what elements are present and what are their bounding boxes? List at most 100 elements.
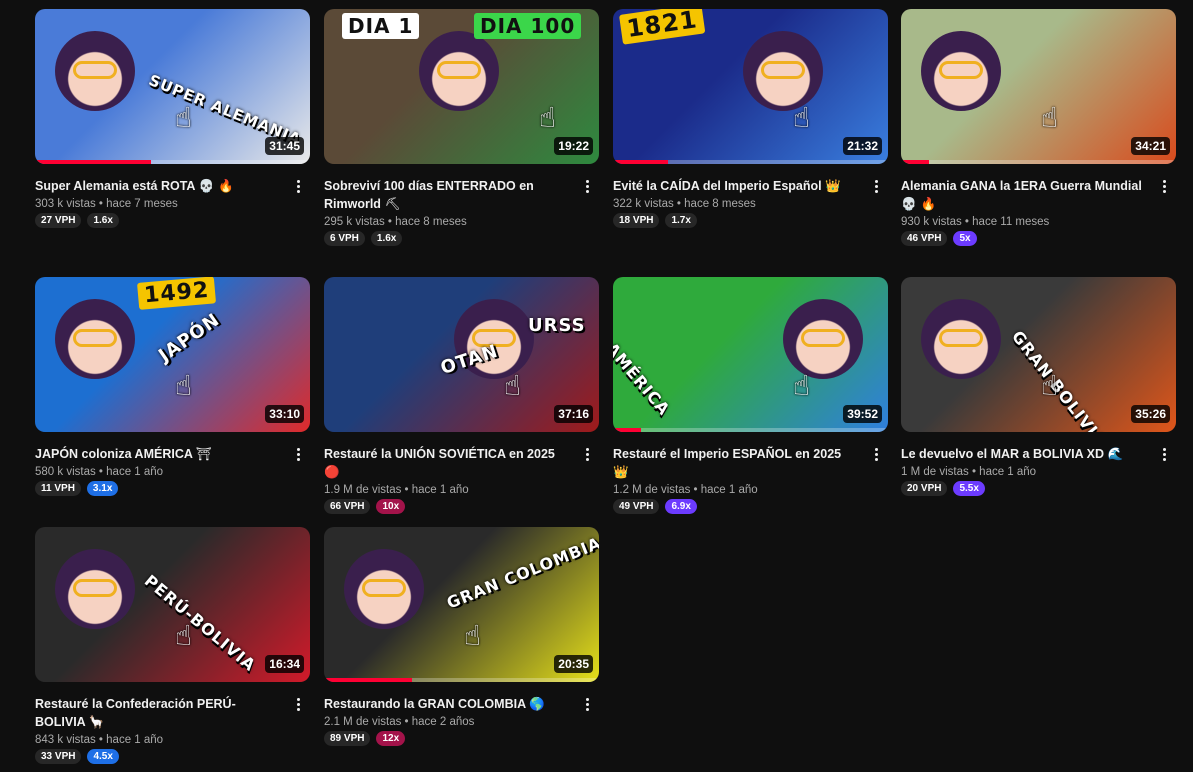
video-title-text: Super Alemania está ROTA [35, 179, 195, 193]
view-count: 1.9 M de vistas [324, 484, 402, 496]
title-emoji: 🌊 [1107, 446, 1124, 461]
vph-badge: 20 VPH [901, 481, 948, 496]
watch-progress-track [901, 160, 1176, 164]
glasses-art [73, 329, 117, 347]
video-title-text: Restauré el Imperio ESPAÑOL en 2025 [613, 447, 842, 461]
more-actions-icon[interactable] [1156, 177, 1172, 195]
video-stats: 843 k vistas • hace 1 año [35, 734, 164, 746]
more-actions-icon[interactable] [579, 695, 595, 713]
outlier-ratio-badge: 12x [376, 731, 406, 746]
vph-badge: 33 VPH [35, 749, 82, 764]
video-card[interactable]: 1492 JAPÓN ☝ 33:10 JAPÓN coloniza AMÉRICA ⛩ 5… [35, 277, 310, 496]
title-emoji: ⛩ [195, 446, 212, 461]
video-stats: 580 k vistas • hace 1 año [35, 466, 164, 478]
outlier-ratio-badge: 3.1x [86, 481, 119, 496]
more-actions-icon[interactable] [290, 695, 306, 713]
video-title[interactable]: Restauré el Imperio ESPAÑOL en 2025 👑 [613, 445, 860, 481]
pointer-hand-icon: ☝ [1041, 101, 1059, 134]
video-thumbnail[interactable]: PERÚ-BOLIVIA ☝ 16:34 [35, 527, 310, 682]
outlier-ratio-badge: 4.5x [87, 749, 119, 764]
video-thumbnail[interactable]: GRAN COLOMBIA ☝ 20:35 [324, 527, 599, 682]
video-title-text: JAPÓN coloniza AMÉRICA [35, 447, 193, 461]
glasses-art [73, 579, 117, 597]
more-actions-icon[interactable] [579, 177, 595, 195]
video-card[interactable]: PERÚ-BOLIVIA ☝ 16:34 Restauré la Confederac… [35, 527, 310, 764]
video-thumbnail[interactable]: GRAN BOLIVIA ☝ 35:26 [901, 277, 1176, 432]
video-title[interactable]: Le devuelvo el MAR a BOLIVIA XD 🌊 [901, 445, 1148, 463]
video-title[interactable]: Super Alemania está ROTA 💀 🔥 [35, 177, 282, 195]
video-stats: 930 k vistas • hace 11 meses [901, 216, 1050, 228]
more-actions-icon[interactable] [868, 177, 884, 195]
video-card[interactable]: GRAN BOLIVIA ☝ 35:26 Le devuelvo el MAR a B… [901, 277, 1176, 496]
video-stats: 1.9 M de vistas • hace 1 año [324, 484, 469, 496]
vph-badge: 66 VPH [324, 499, 371, 514]
watch-progress-track [613, 428, 888, 432]
vph-badge: 11 VPH [35, 481, 81, 496]
view-count: 2.1 M de vistas [324, 716, 402, 728]
glasses-art [939, 61, 983, 79]
video-stats: 2.1 M de vistas • hace 2 años [324, 716, 475, 728]
video-title-text: Sobreviví 100 días ENTERRADO en Rimworld [324, 179, 534, 211]
stats-badges: 20 VPH 5.5x [901, 481, 1148, 496]
glasses-art [73, 61, 117, 79]
watch-progress-bar [35, 160, 151, 164]
more-actions-icon[interactable] [579, 445, 595, 463]
video-stats: 303 k vistas • hace 7 meses [35, 198, 178, 210]
view-count: 322 k vistas [613, 198, 674, 210]
video-card[interactable]: 1821 ☝ 21:32 Evité la CAÍDA del Imperio Esp… [613, 9, 888, 228]
glasses-art [761, 61, 805, 79]
view-count: 295 k vistas [324, 216, 385, 228]
glasses-art [362, 579, 406, 597]
upload-age: hace 1 año [700, 484, 758, 496]
glasses-art [437, 61, 481, 79]
video-title[interactable]: Restaurando la GRAN COLOMBIA 🌎 [324, 695, 571, 713]
more-actions-icon[interactable] [868, 445, 884, 463]
video-stats: 1.2 M de vistas • hace 1 año [613, 484, 758, 496]
pointer-hand-icon: ☝ [175, 619, 193, 652]
outlier-ratio-badge: 5.5x [953, 481, 985, 496]
upload-age: hace 1 año [411, 484, 469, 496]
title-emoji: 🌎 [529, 696, 545, 711]
video-thumbnail[interactable]: ☝ 34:21 [901, 9, 1176, 164]
video-thumbnail[interactable]: 1821 ☝ 21:32 [613, 9, 888, 164]
video-title[interactable]: Evité la CAÍDA del Imperio Español 👑 [613, 177, 860, 195]
video-duration: 33:10 [265, 405, 304, 423]
vph-badge: 27 VPH [35, 213, 82, 228]
video-details: Sobreviví 100 días ENTERRADO en Rimworld… [324, 177, 599, 246]
view-count: 580 k vistas [35, 466, 96, 478]
video-card[interactable]: DIA 1 DIA 100 ☝ 19:22 Sobreviví 100 días ENT… [324, 9, 599, 246]
outlier-ratio-badge: 5x [953, 231, 977, 246]
video-stats: 322 k vistas • hace 8 meses [613, 198, 756, 210]
video-card[interactable]: ☝ 34:21 Alemania GANA la 1ERA Guerra Mundi… [901, 9, 1176, 246]
video-thumbnail[interactable]: 1492 JAPÓN ☝ 33:10 [35, 277, 310, 432]
watch-progress-bar [901, 160, 929, 164]
video-thumbnail[interactable]: AMÉRICA ☝ 39:52 [613, 277, 888, 432]
video-thumbnail[interactable]: SUPER ALEMANIA ☝ 31:45 [35, 9, 310, 164]
video-title[interactable]: Restauré la Confederación PERÚ-BOLIVIA 🦙 [35, 695, 282, 731]
video-title[interactable]: Restauré la UNIÓN SOVIÉTICA en 2025 🔴 [324, 445, 571, 481]
video-details: Super Alemania está ROTA 💀 🔥 303 k vistas… [35, 177, 310, 228]
video-card[interactable]: URSS OTAN ☝ 37:16 Restauré la UNIÓN SOVIÉTIC… [324, 277, 599, 514]
title-emoji: 👑 [825, 178, 841, 193]
video-thumbnail[interactable]: URSS OTAN ☝ 37:16 [324, 277, 599, 432]
more-actions-icon[interactable] [1156, 445, 1172, 463]
video-title[interactable]: Alemania GANA la 1ERA Guerra Mundial 💀 🔥 [901, 177, 1148, 213]
pointer-hand-icon: ☝ [175, 101, 193, 134]
video-card[interactable]: GRAN COLOMBIA ☝ 20:35 Restaurando la GRAN C… [324, 527, 599, 746]
video-duration: 35:26 [1131, 405, 1170, 423]
video-title[interactable]: Sobreviví 100 días ENTERRADO en Rimworld… [324, 177, 571, 213]
video-title[interactable]: JAPÓN coloniza AMÉRICA ⛩ [35, 445, 282, 463]
pointer-hand-icon: ☝ [464, 619, 482, 652]
video-duration: 31:45 [265, 137, 304, 155]
outlier-ratio-badge: 1.6x [370, 231, 403, 246]
video-card[interactable]: AMÉRICA ☝ 39:52 Restauré el Imperio ESPAÑOL… [613, 277, 888, 514]
video-title-text: Restauré la Confederación PERÚ-BOLIVIA [35, 697, 236, 729]
video-duration: 37:16 [554, 405, 593, 423]
video-thumbnail[interactable]: DIA 1 DIA 100 ☝ 19:22 [324, 9, 599, 164]
upload-age: hace 8 meses [395, 216, 467, 228]
pointer-hand-icon: ☝ [539, 101, 557, 134]
pointer-hand-icon: ☝ [1041, 369, 1059, 402]
more-actions-icon[interactable] [290, 177, 306, 195]
video-card[interactable]: SUPER ALEMANIA ☝ 31:45 Super Alemania está … [35, 9, 310, 228]
more-actions-icon[interactable] [290, 445, 306, 463]
